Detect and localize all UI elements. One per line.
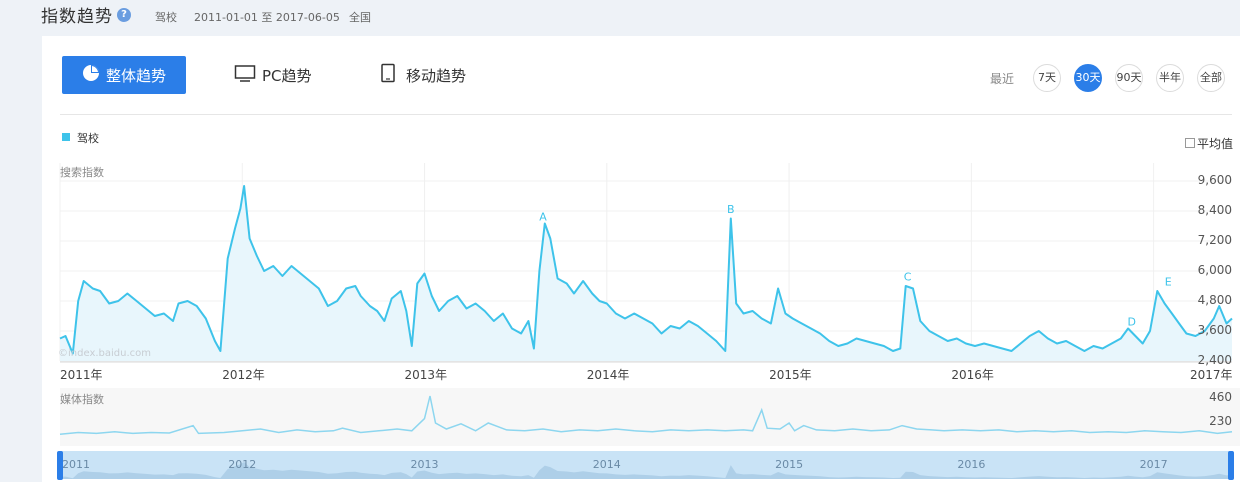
navigator-left-handle[interactable] xyxy=(57,451,63,480)
date-range-label: 2011-01-01 至 2017-06-05 xyxy=(194,11,340,24)
x-tick-label: 2016年 xyxy=(951,368,994,382)
x-tick-label: 2011年 xyxy=(60,368,103,382)
navigator-tick-label: 2014 xyxy=(592,458,621,471)
x-tick-label: 2012年 xyxy=(222,368,265,382)
search-index-title: 搜索指数 xyxy=(60,166,104,179)
annotation-e: E xyxy=(1165,276,1172,289)
y-tick-label: 6,000 xyxy=(1197,263,1232,277)
trend-chart[interactable]: A B C D E xyxy=(42,36,1240,482)
y-tick-label: 8,400 xyxy=(1197,203,1232,217)
trend-panel: 整体趋势 PC趋势 移动趋势 最近 7天 30天 90天 半年 全部 驾校 平均… xyxy=(42,36,1240,482)
question-mark-icon[interactable]: ? xyxy=(117,8,131,22)
page-title: 指数趋势 xyxy=(41,7,113,27)
navigator-tick-label: 2017 xyxy=(1139,458,1168,471)
navigator-right-handle[interactable] xyxy=(1228,451,1234,480)
navigator-tick-label: 2012 xyxy=(228,458,257,471)
media-y-tick-label: 460 xyxy=(1209,390,1232,404)
media-index-title: 媒体指数 xyxy=(60,393,104,406)
navigator-tick-label: 2013 xyxy=(410,458,439,471)
keyword-label: 驾校 xyxy=(155,11,177,24)
annotation-b: B xyxy=(727,203,735,216)
watermark: ©index.baidu.com xyxy=(58,348,152,359)
search-index-area xyxy=(60,186,1232,361)
x-tick-label: 2015年 xyxy=(769,368,812,382)
y-tick-label: 4,800 xyxy=(1197,293,1232,307)
top-bar: 指数趋势 ? 驾校 2011-01-01 至 2017-06-05 全国 xyxy=(0,0,1240,34)
media-index-line xyxy=(59,395,1233,436)
y-tick-label: 3,600 xyxy=(1197,323,1232,337)
region-label: 全国 xyxy=(349,11,371,24)
x-tick-label: 2013年 xyxy=(404,368,448,382)
navigator-tick-label: 2016 xyxy=(957,458,986,471)
x-tick-label: 2014年 xyxy=(586,368,630,382)
navigator-tick-label: 2015 xyxy=(775,458,804,471)
annotation-d: D xyxy=(1128,316,1136,329)
y-tick-label: 7,200 xyxy=(1197,233,1232,247)
annotation-c: C xyxy=(904,271,912,284)
navigator-tick-label: 2011 xyxy=(62,458,90,471)
y-tick-label: 9,600 xyxy=(1197,173,1232,187)
annotation-a: A xyxy=(539,211,547,224)
y-tick-label: 2,400 xyxy=(1197,353,1232,367)
media-y-tick-label: 230 xyxy=(1209,414,1232,428)
x-tick-label: 2017年 xyxy=(1190,368,1233,382)
